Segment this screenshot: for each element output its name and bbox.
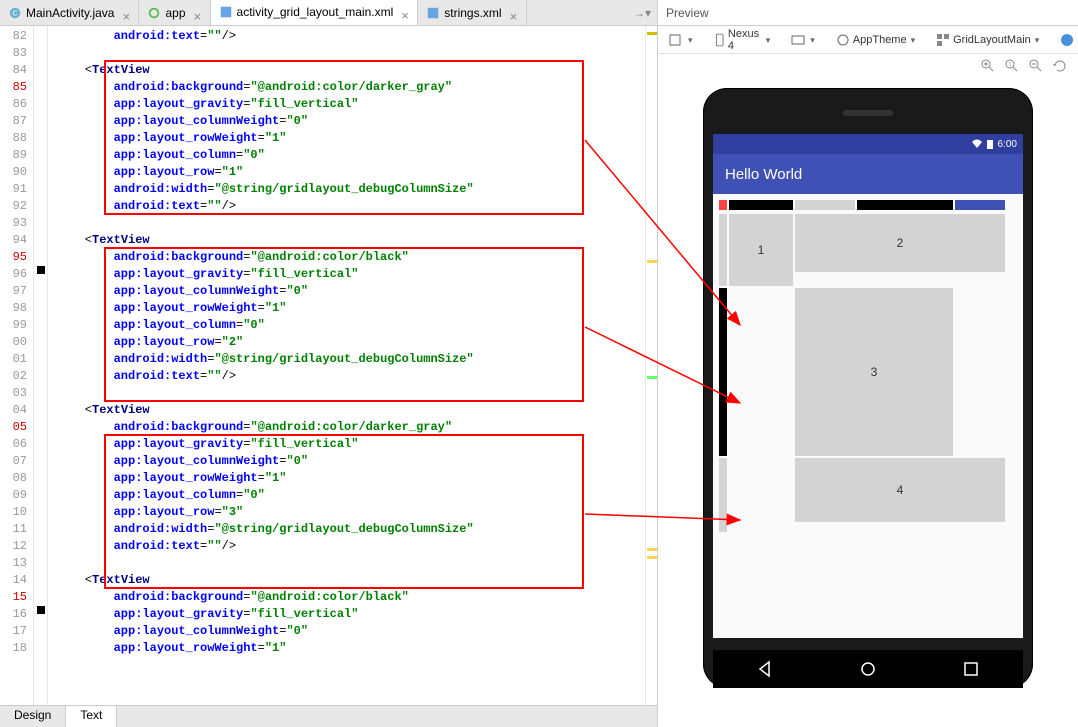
design-tab[interactable]: Design [0, 706, 66, 727]
warning-marker[interactable] [647, 32, 657, 35]
svg-text:1: 1 [1009, 62, 1012, 68]
xml-icon [426, 6, 440, 20]
grid-cell-1: 1 [729, 214, 793, 286]
fold-gutter [34, 26, 48, 705]
breakpoint-marker[interactable] [37, 266, 45, 274]
viewport-config[interactable] [664, 30, 697, 50]
grid-cell-2: 2 [795, 214, 1005, 272]
layout-label: GridLayoutMain [953, 34, 1031, 46]
wifi-icon [972, 139, 982, 149]
module-icon [147, 6, 161, 20]
grid-side-cell [719, 458, 727, 532]
device-label: Nexus 4 [728, 28, 762, 52]
line-number-gutter: 8283848586878889909192939495969798990001… [0, 26, 34, 705]
grid-header-cell [857, 200, 953, 210]
editor-tabs: C MainActivity.java app activity_grid_la… [0, 0, 657, 26]
zoom-actual-icon[interactable]: 1 [1004, 58, 1020, 74]
warning-marker[interactable] [647, 548, 657, 551]
grid-side-cell [719, 214, 727, 286]
orientation-toggle[interactable] [786, 30, 819, 50]
device-selector[interactable]: Nexus 4 [709, 26, 775, 54]
tab-label: MainActivity.java [26, 6, 114, 20]
marker-strip [645, 26, 657, 705]
battery-icon [986, 139, 994, 149]
grid-header-cell [719, 200, 727, 210]
grid-header-cell [729, 200, 793, 210]
grid-header-cell [955, 200, 1005, 210]
home-icon[interactable] [859, 660, 877, 678]
back-icon[interactable] [756, 660, 774, 678]
android-navbar [713, 650, 1023, 688]
preview-zoom-toolbar: 1 [658, 54, 1078, 78]
grid-layout-preview: 1 2 3 4 [713, 194, 1023, 538]
close-icon[interactable] [510, 9, 518, 17]
theme-selector[interactable]: AppTheme [831, 30, 919, 50]
warning-marker[interactable] [647, 556, 657, 559]
tab-activity-grid-layout[interactable]: activity_grid_layout_main.xml [211, 0, 419, 25]
phone-speaker [843, 110, 893, 116]
tab-label: app [165, 6, 185, 20]
tab-mainactivity[interactable]: C MainActivity.java [0, 0, 139, 25]
tab-overflow-arrow[interactable]: →▾ [627, 6, 657, 20]
info-marker[interactable] [647, 376, 657, 379]
java-icon: C [8, 6, 22, 20]
zoom-out-icon[interactable] [1028, 58, 1044, 74]
preview-canvas: 6:00 Hello World [658, 78, 1078, 727]
layout-editor-tabs: Design Text [0, 705, 657, 727]
code-editor[interactable]: android:text=""/> <TextView android:back… [48, 26, 645, 705]
breakpoint-marker[interactable] [37, 606, 45, 614]
text-tab[interactable]: Text [66, 706, 117, 727]
grid-header-cell [795, 200, 855, 210]
device-frame: 6:00 Hello World [703, 88, 1033, 688]
tab-label: activity_grid_layout_main.xml [237, 5, 394, 19]
grid-cell-4: 4 [795, 458, 1005, 522]
app-title: Hello World [725, 166, 802, 183]
tab-label: strings.xml [444, 6, 501, 20]
status-time: 6:00 [998, 139, 1017, 150]
close-icon[interactable] [401, 8, 409, 16]
xml-icon [219, 5, 233, 19]
tab-app[interactable]: app [139, 0, 210, 25]
layout-selector[interactable]: GridLayoutMain [931, 30, 1043, 50]
grid-cell-3: 3 [795, 288, 953, 456]
android-statusbar: 6:00 [713, 134, 1023, 154]
refresh-icon[interactable] [1052, 58, 1068, 74]
preview-title: Preview [658, 0, 1078, 26]
grid-side-cell [719, 288, 727, 456]
close-icon[interactable] [122, 9, 130, 17]
preview-toolbar: Nexus 4 AppTheme GridLayoutMain 23 [658, 26, 1078, 54]
recents-icon[interactable] [962, 660, 980, 678]
locale-selector[interactable] [1055, 30, 1078, 50]
close-icon[interactable] [194, 9, 202, 17]
theme-label: AppTheme [853, 34, 907, 46]
svg-text:C: C [12, 10, 17, 17]
zoom-in-icon[interactable] [980, 58, 996, 74]
tab-strings[interactable]: strings.xml [418, 0, 526, 25]
app-bar: Hello World [713, 154, 1023, 194]
device-screen: 6:00 Hello World [713, 134, 1023, 638]
warning-marker[interactable] [647, 260, 657, 263]
